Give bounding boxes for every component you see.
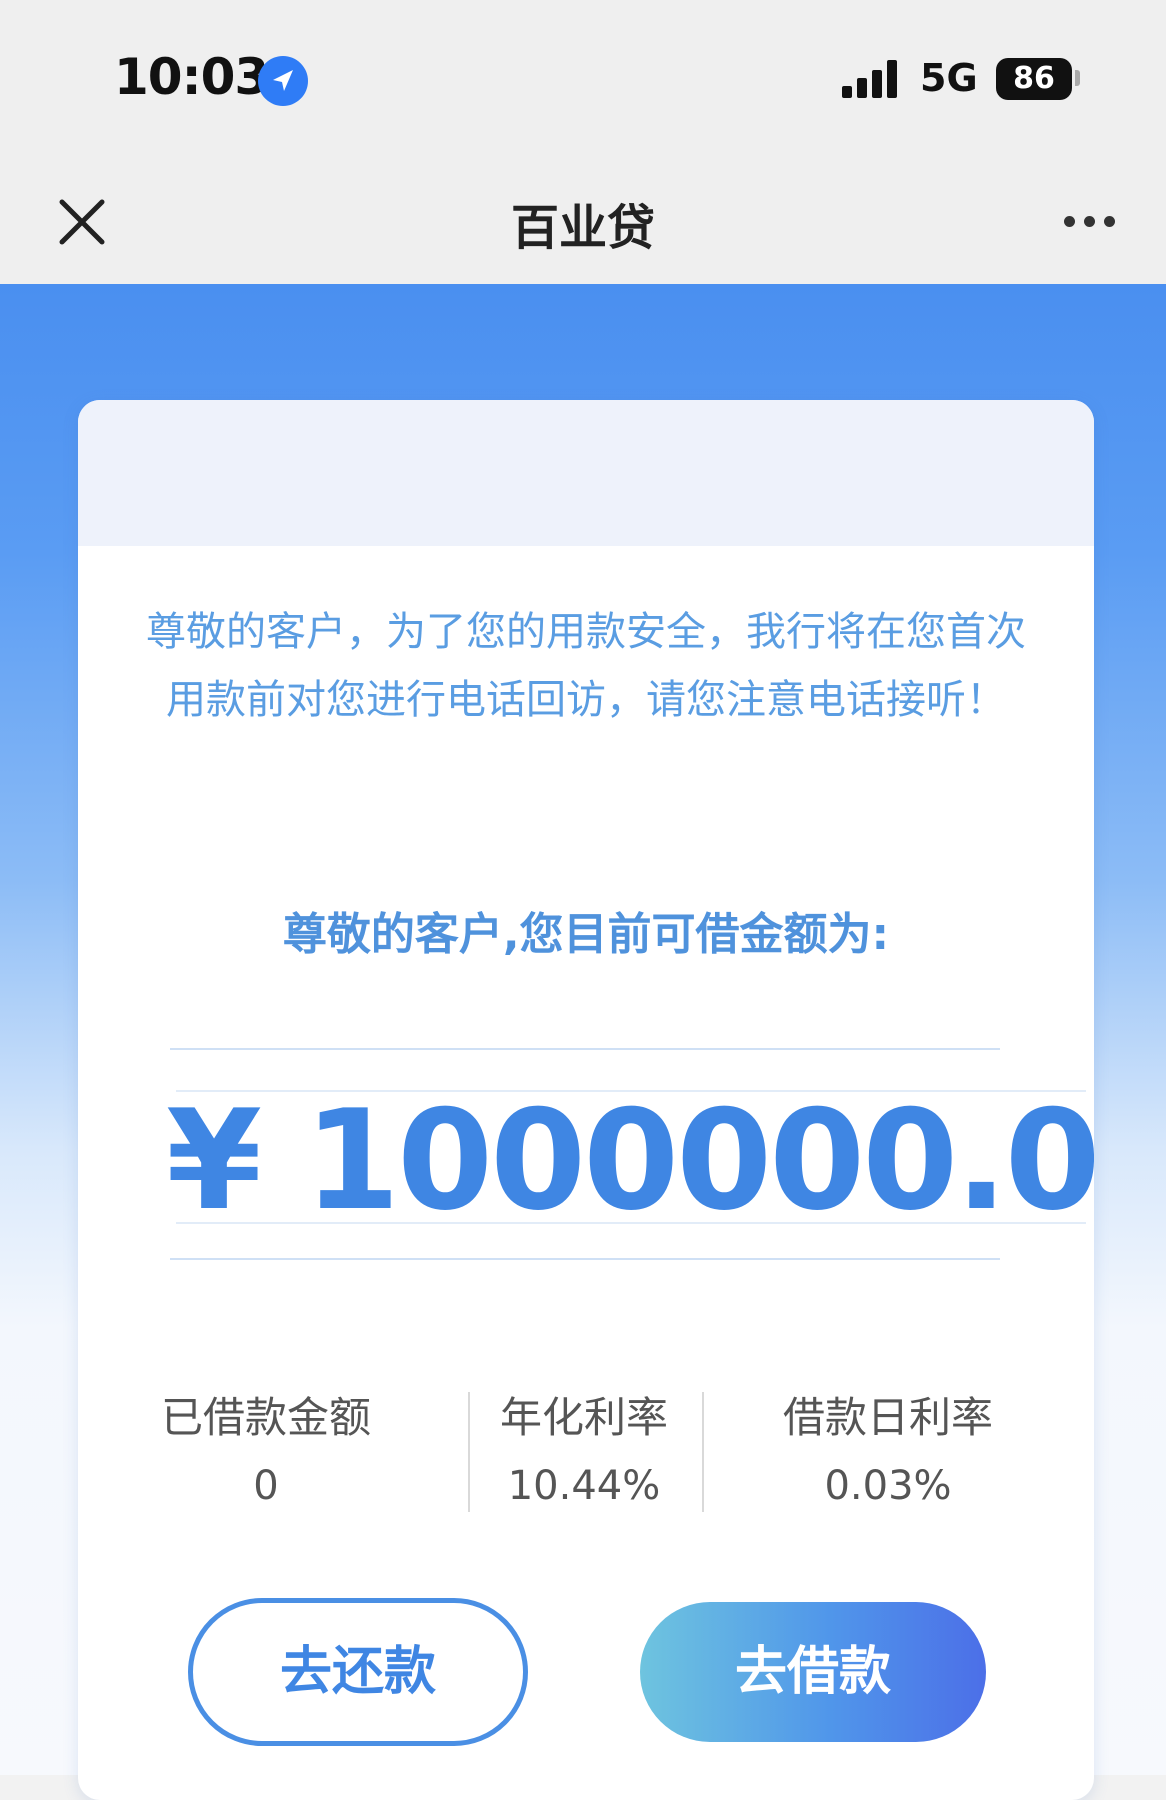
nav-bar: 百业贷 (0, 160, 1166, 284)
page-title: 百业贷 (510, 200, 655, 256)
available-amount-value: ¥ 1000000.00 (166, 1080, 1094, 1241)
available-amount-label: 尊敬的客户,您目前可借金额为: (282, 909, 890, 960)
callback-notice: 尊敬的客户，为了您的用款安全，我行将在您首次用款前对您进行电话回访，请您注意电话… (146, 609, 1026, 723)
amount-guide-line (176, 1222, 1086, 1224)
battery-cap (1075, 70, 1080, 86)
card-header (78, 400, 1094, 546)
loan-card: 尊敬的客户，为了您的用款安全，我行将在您首次用款前对您进行电话回访，请您注意电话… (78, 400, 1094, 1800)
stat-annual-rate: 年化利率 10.44% (454, 1390, 714, 1522)
more-dots-icon (1064, 216, 1075, 227)
borrow-button[interactable]: 去借款 (640, 1602, 986, 1742)
cellular-signal-icon (842, 60, 902, 98)
stat-divider (702, 1392, 704, 1512)
repay-button[interactable]: 去还款 (188, 1598, 528, 1746)
stat-label: 借款日利率 (782, 1393, 993, 1442)
stat-value: 0.03% (824, 1463, 952, 1509)
status-bar: 10:03 5G 86 (0, 0, 1166, 160)
more-options-button[interactable] (1058, 210, 1122, 234)
amount-top-divider (170, 1048, 1000, 1050)
network-type: 5G (920, 56, 978, 100)
location-arrow-icon (258, 56, 308, 106)
stat-value: 10.44% (507, 1463, 661, 1509)
amount-bottom-divider (170, 1258, 1000, 1260)
stat-label: 年化利率 (499, 1393, 668, 1442)
stat-borrowed: 已借款金额 0 (136, 1390, 396, 1522)
status-time: 10:03 (114, 48, 269, 106)
stat-daily-rate: 借款日利率 0.03% (748, 1390, 1028, 1522)
stat-label: 已借款金额 (160, 1393, 371, 1442)
battery-level: 86 (996, 58, 1072, 100)
stat-value: 0 (253, 1463, 279, 1509)
